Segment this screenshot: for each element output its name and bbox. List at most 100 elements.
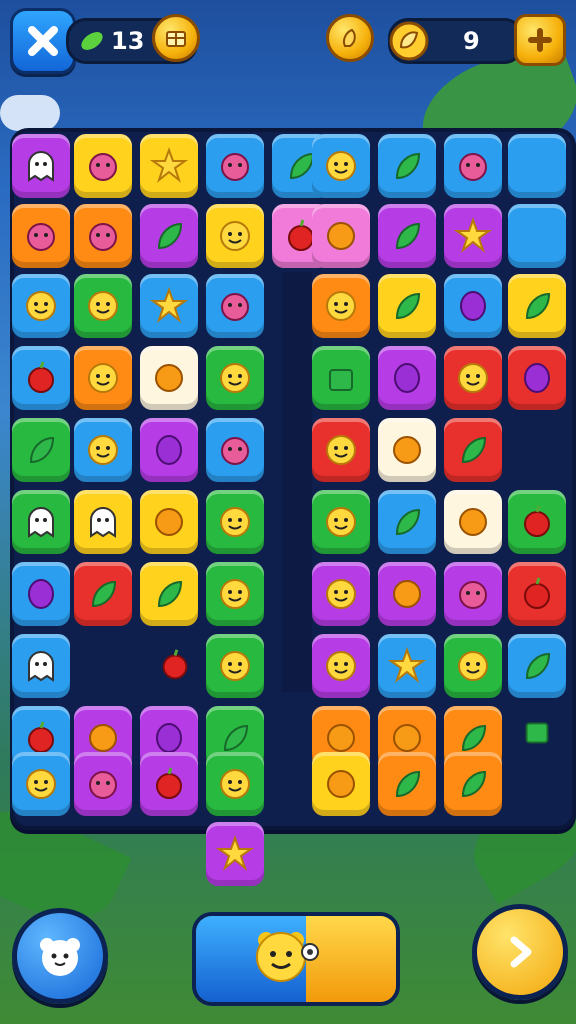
board-tile[interactable] — [12, 634, 70, 698]
face-icon — [326, 579, 356, 609]
board-tile[interactable] — [508, 634, 566, 698]
board-tile[interactable] — [12, 346, 70, 410]
board-tile[interactable] — [444, 752, 502, 816]
board-tile[interactable] — [140, 134, 198, 198]
board-tile[interactable] — [74, 562, 132, 626]
board-tile[interactable] — [74, 752, 132, 816]
board-tile[interactable] — [206, 204, 264, 268]
board-tile[interactable] — [312, 634, 370, 698]
board-tile[interactable] — [12, 204, 70, 268]
board-tile[interactable] — [312, 752, 370, 816]
seed-icon — [389, 21, 429, 61]
board-tile[interactable] — [12, 418, 70, 482]
board-tile[interactable] — [140, 418, 198, 482]
ghost-icon — [90, 507, 116, 538]
board-tile[interactable] — [312, 490, 370, 554]
face-icon — [88, 291, 118, 321]
leaf-icon — [395, 770, 421, 798]
board-tile[interactable] — [508, 562, 566, 626]
leaf-icon — [157, 222, 183, 250]
board-tile[interactable] — [444, 346, 502, 410]
board-tile[interactable] — [378, 752, 436, 816]
orange-icon — [327, 770, 355, 798]
board-tile[interactable] — [378, 562, 436, 626]
orange-icon — [459, 508, 487, 536]
hint-button[interactable] — [326, 14, 374, 62]
board-tile[interactable] — [508, 134, 566, 198]
face-icon — [326, 651, 356, 681]
board-tile[interactable] — [378, 134, 436, 198]
leaf-icon — [395, 292, 421, 320]
apple-icon[interactable] — [156, 646, 194, 684]
board-tile[interactable] — [378, 418, 436, 482]
board-tile[interactable] — [312, 418, 370, 482]
board-tile[interactable] — [140, 562, 198, 626]
board-tile[interactable] — [444, 418, 502, 482]
board-tile[interactable] — [378, 274, 436, 338]
board-tile[interactable] — [12, 274, 70, 338]
board-tile[interactable] — [206, 634, 264, 698]
board-tile[interactable] — [508, 274, 566, 338]
board-tile[interactable] — [206, 418, 264, 482]
board-tile[interactable] — [12, 490, 70, 554]
box-icon[interactable] — [518, 712, 556, 750]
board-tile[interactable] — [508, 490, 566, 554]
board-tile[interactable] — [140, 204, 198, 268]
board-tile[interactable] — [444, 634, 502, 698]
grape-icon — [28, 579, 54, 609]
board-tile[interactable] — [74, 346, 132, 410]
board-tile[interactable] — [312, 204, 370, 268]
board-tile[interactable] — [12, 752, 70, 816]
board-tile[interactable] — [378, 490, 436, 554]
board-tile[interactable] — [206, 822, 264, 886]
star-icon — [149, 287, 189, 323]
face-icon — [220, 579, 250, 609]
face-icon — [220, 221, 250, 251]
apple-icon — [524, 577, 550, 609]
apple-icon — [524, 505, 550, 537]
board-tile[interactable] — [140, 752, 198, 816]
board-tile[interactable] — [378, 346, 436, 410]
board-tile[interactable] — [140, 346, 198, 410]
board-tile[interactable] — [74, 204, 132, 268]
board-tile[interactable] — [74, 418, 132, 482]
monster-icon — [459, 153, 487, 181]
board-tile[interactable] — [444, 204, 502, 268]
leaf-icon — [395, 152, 421, 180]
board-tile[interactable] — [206, 752, 264, 816]
board-tile[interactable] — [312, 346, 370, 410]
board-tile[interactable] — [378, 204, 436, 268]
leaf-icon — [157, 580, 183, 608]
board-tile[interactable] — [312, 562, 370, 626]
board-tile[interactable] — [444, 490, 502, 554]
board-tile[interactable] — [12, 134, 70, 198]
board-tile[interactable] — [508, 204, 566, 268]
add-button[interactable] — [514, 14, 566, 66]
board-tile[interactable] — [12, 562, 70, 626]
board-tile[interactable] — [206, 134, 264, 198]
board-tile[interactable] — [206, 562, 264, 626]
board-tile[interactable] — [444, 134, 502, 198]
leaf-counter-value: 13 — [111, 27, 145, 55]
board-tile[interactable] — [74, 274, 132, 338]
board-tile[interactable] — [140, 274, 198, 338]
monster-icon — [89, 223, 117, 251]
grape-icon — [156, 435, 182, 465]
board-tile[interactable] — [140, 490, 198, 554]
board-tile[interactable] — [312, 274, 370, 338]
shop-button[interactable] — [152, 14, 200, 62]
board-tile[interactable] — [508, 346, 566, 410]
board-tile[interactable] — [444, 562, 502, 626]
board-tile[interactable] — [74, 134, 132, 198]
board-tile[interactable] — [206, 274, 264, 338]
board-tile[interactable] — [312, 134, 370, 198]
board-tile[interactable] — [378, 634, 436, 698]
board-tile[interactable] — [74, 490, 132, 554]
board-tile[interactable] — [206, 346, 264, 410]
mascot-button[interactable] — [12, 908, 108, 1004]
board-tile[interactable] — [444, 274, 502, 338]
face-icon — [88, 435, 118, 465]
next-button[interactable] — [472, 904, 568, 1000]
board-tile[interactable] — [206, 490, 264, 554]
treasure-icon — [166, 31, 186, 47]
